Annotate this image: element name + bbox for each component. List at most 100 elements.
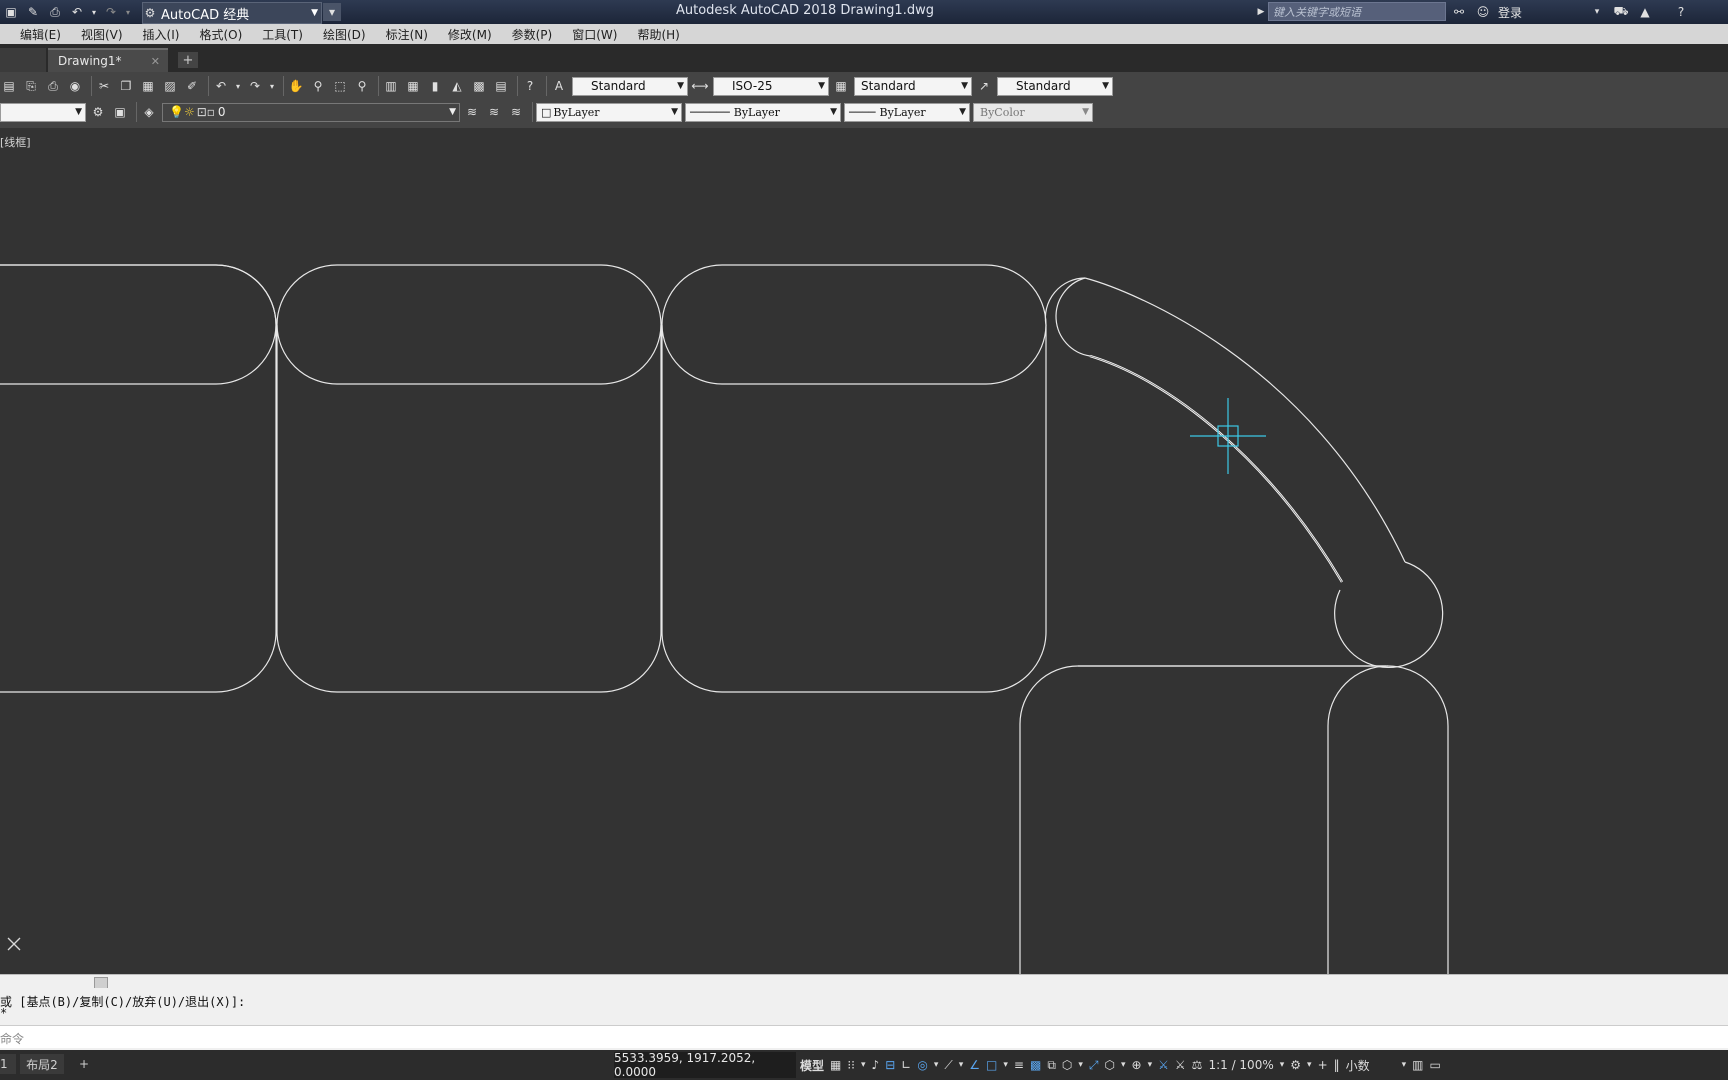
- annotation-visibility-icon[interactable]: ⚔: [1158, 1058, 1169, 1072]
- zoom-previous-icon[interactable]: ⚲: [353, 77, 371, 95]
- new-tab-button[interactable]: +: [178, 52, 198, 68]
- grid-icon[interactable]: ▦: [830, 1058, 841, 1072]
- workspace-select[interactable]: ⚙ AutoCAD 经典 ▼: [142, 2, 322, 24]
- match-properties-icon[interactable]: ▨: [161, 77, 179, 95]
- undo-dropdown-icon[interactable]: ▾: [234, 77, 242, 95]
- layer-state-select[interactable]: ▼: [0, 102, 86, 122]
- undo-icon[interactable]: ↶: [68, 3, 86, 21]
- workspace-switch-icon[interactable]: ⚙: [1290, 1058, 1301, 1072]
- transparency-icon[interactable]: ▩: [1030, 1058, 1041, 1072]
- model-space-button[interactable]: 模型: [800, 1057, 824, 1074]
- lineweight-icon[interactable]: ≡: [1014, 1058, 1024, 1072]
- annotation-scale-value[interactable]: 1:1 / 100%: [1208, 1058, 1273, 1072]
- auto-scale-icon[interactable]: ⚔: [1175, 1058, 1186, 1072]
- lineweight-select[interactable]: ──── ByLayer ▼: [844, 102, 970, 122]
- make-current-icon[interactable]: ≋: [463, 103, 481, 121]
- design-center-icon[interactable]: ▦: [404, 77, 422, 95]
- menu-tools[interactable]: 工具(T): [262, 26, 303, 43]
- table-style-icon[interactable]: ▦: [832, 77, 850, 95]
- color-select[interactable]: □ ByLayer ▼: [536, 102, 682, 122]
- zoom-window-icon[interactable]: ⬚: [331, 77, 349, 95]
- markup-icon[interactable]: ▩: [470, 77, 488, 95]
- close-icon[interactable]: ✕: [151, 55, 160, 68]
- isodraft-icon[interactable]: ⟋: [944, 1058, 952, 1073]
- 3d-osnap-dropdown-icon[interactable]: ▾: [1078, 1060, 1083, 1070]
- gizmo-dropdown-icon[interactable]: ▾: [1148, 1060, 1153, 1070]
- redo-dropdown-icon[interactable]: ▾: [124, 3, 132, 21]
- print-icon[interactable]: ⎙: [46, 3, 64, 21]
- osnap-dropdown-icon[interactable]: ▾: [1003, 1060, 1008, 1070]
- plotstyle-select[interactable]: ByColor ▼: [973, 102, 1093, 122]
- login-link[interactable]: 登录: [1498, 4, 1522, 21]
- layer-previous-icon[interactable]: ◈: [140, 103, 158, 121]
- multileader-style-select[interactable]: Standard ▼: [997, 76, 1113, 96]
- save-icon[interactable]: ▣: [2, 3, 20, 21]
- customize-qat-icon[interactable]: ▾: [323, 3, 341, 21]
- layout-tab-2[interactable]: 布局2: [20, 1054, 64, 1074]
- snap-mode-icon[interactable]: ⁝⁝: [847, 1058, 855, 1072]
- workspace-dropdown-icon[interactable]: ▾: [1307, 1060, 1312, 1070]
- tab-drawing1[interactable]: Drawing1* ✕: [48, 48, 168, 72]
- object-snap-tracking-icon[interactable]: ∠: [969, 1058, 980, 1072]
- annotation-scale-icon[interactable]: ⚖: [1192, 1058, 1203, 1072]
- menu-help[interactable]: 帮助(H): [637, 26, 679, 43]
- text-style-select[interactable]: Standard ▼: [572, 76, 688, 96]
- polar-dropdown-icon[interactable]: ▾: [934, 1060, 939, 1070]
- new-icon[interactable]: ▤: [0, 77, 18, 95]
- units-value[interactable]: 小数: [1346, 1057, 1396, 1074]
- chevron-down-icon[interactable]: ▾: [1588, 3, 1606, 21]
- dim-style-select[interactable]: ISO-25 ▼: [713, 76, 829, 96]
- dynamic-ucs-icon[interactable]: ⤢: [1089, 1058, 1099, 1073]
- scale-dropdown-icon[interactable]: ▾: [1280, 1060, 1285, 1070]
- quick-properties-icon[interactable]: ▥: [1412, 1058, 1423, 1072]
- text-style-icon[interactable]: A: [550, 77, 568, 95]
- zoom-realtime-icon[interactable]: ⚲: [309, 77, 327, 95]
- dynamic-input-icon[interactable]: ⊟: [885, 1058, 895, 1072]
- layer-select[interactable]: 💡☼ ⊡▫ 0 ▼: [162, 102, 460, 122]
- coordinates-display[interactable]: 5533.3959, 1917.2052, 0.0000: [614, 1051, 796, 1079]
- pan-icon[interactable]: ✋: [287, 77, 305, 95]
- table-style-select[interactable]: Standard ▼: [854, 76, 972, 96]
- calculator-icon[interactable]: ▤: [492, 77, 510, 95]
- selection-cycling-icon[interactable]: ⧉: [1047, 1058, 1056, 1073]
- layer-match-icon[interactable]: ≋: [485, 103, 503, 121]
- layer-properties-icon[interactable]: ⚙: [89, 103, 107, 121]
- command-input[interactable]: 命令: [0, 1025, 1728, 1048]
- cart-icon[interactable]: ⛟: [1612, 3, 1630, 21]
- paste-icon[interactable]: ▦: [139, 77, 157, 95]
- clean-screen-icon[interactable]: ▭: [1430, 1058, 1441, 1072]
- iso-dropdown-icon[interactable]: ▾: [959, 1060, 964, 1070]
- add-layout-button[interactable]: +: [76, 1054, 92, 1074]
- menu-view[interactable]: 视图(V): [81, 26, 123, 43]
- menu-draw[interactable]: 绘图(D): [323, 26, 366, 43]
- multileader-style-icon[interactable]: ↗: [975, 77, 993, 95]
- brush-icon[interactable]: ✐: [183, 77, 201, 95]
- horizontal-scrollbar[interactable]: [0, 974, 1728, 989]
- menu-window[interactable]: 窗口(W): [572, 26, 617, 43]
- polar-tracking-icon[interactable]: ◎: [917, 1058, 927, 1072]
- ortho-icon[interactable]: ∟: [901, 1058, 911, 1072]
- help-icon[interactable]: ?: [1672, 3, 1690, 21]
- filter-dropdown-icon[interactable]: ▾: [1121, 1060, 1126, 1070]
- binoculars-icon[interactable]: ⚯: [1450, 3, 1468, 21]
- layer-iso-icon[interactable]: ≋: [507, 103, 525, 121]
- redo-icon[interactable]: ↷: [102, 3, 120, 21]
- undo-dropdown-icon[interactable]: ▾: [90, 3, 98, 21]
- tool-palettes-icon[interactable]: ▮: [426, 77, 444, 95]
- gizmo-icon[interactable]: ⊕: [1132, 1058, 1142, 1072]
- undo-icon[interactable]: ↶: [212, 77, 230, 95]
- dim-style-icon[interactable]: ⟷: [691, 77, 709, 95]
- menu-format[interactable]: 格式(O): [199, 26, 242, 43]
- redo-dropdown-icon[interactable]: ▾: [268, 77, 276, 95]
- sheet-set-icon[interactable]: ◭: [448, 77, 466, 95]
- help-icon[interactable]: ?: [521, 77, 539, 95]
- drawing-canvas[interactable]: [0, 128, 1728, 974]
- layer-states-icon[interactable]: ▣: [111, 103, 129, 121]
- menu-parameters[interactable]: 参数(P): [512, 26, 553, 43]
- units-icon[interactable]: ‖: [1334, 1058, 1340, 1072]
- cut-icon[interactable]: ✂: [95, 77, 113, 95]
- plot-icon[interactable]: ⎙: [44, 77, 62, 95]
- copy-icon[interactable]: ❐: [117, 77, 135, 95]
- linetype-select[interactable]: ────── ByLayer ▼: [685, 102, 841, 122]
- autodesk-a360-icon[interactable]: ▲: [1636, 3, 1654, 21]
